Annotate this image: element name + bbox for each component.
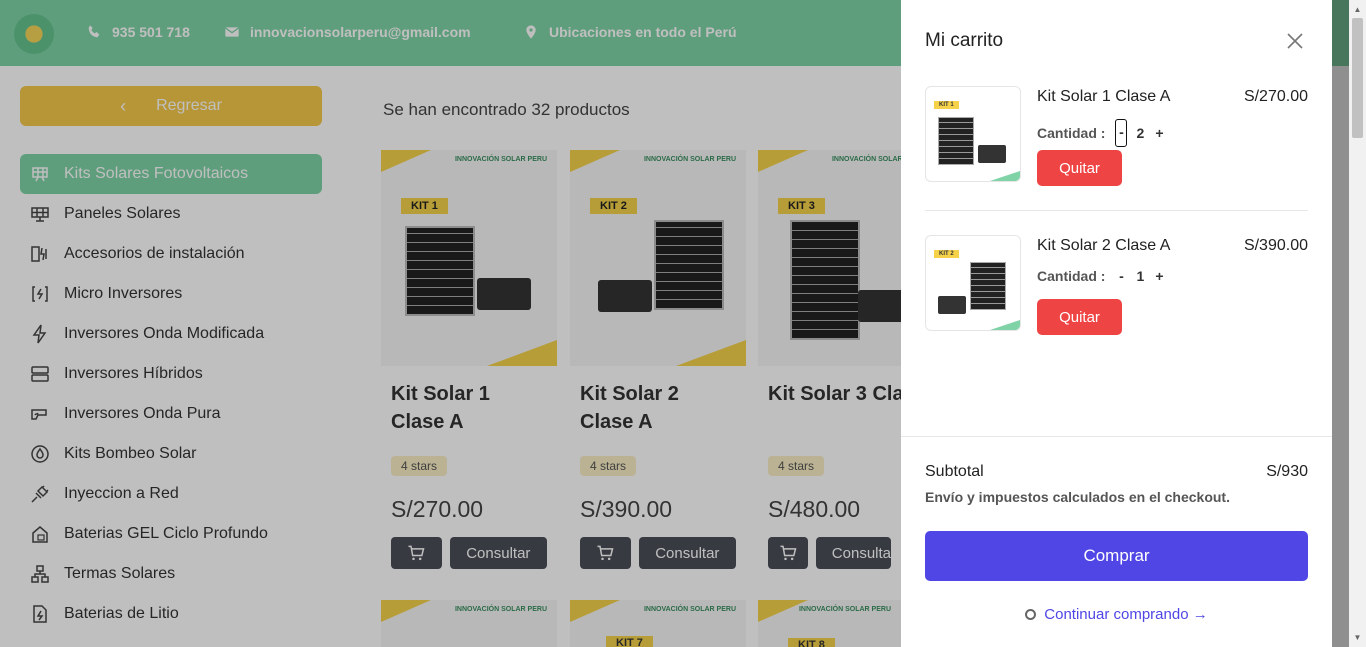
cart-item-price: S/270.00 <box>1243 88 1308 105</box>
checkout-button[interactable]: Comprar <box>925 531 1308 581</box>
subtotal-label: Subtotal <box>925 463 984 480</box>
continue-shopping-label: Continuar comprando → <box>1044 606 1208 623</box>
increase-quantity-button[interactable]: + <box>1153 268 1165 284</box>
quantity-label: Cantidad : <box>1037 268 1106 284</box>
quantity-stepper: Cantidad : - 1 + <box>1037 268 1165 284</box>
decrease-quantity-button[interactable]: - <box>1115 119 1128 147</box>
cart-item-name[interactable]: Kit Solar 2 Clase A <box>1037 237 1170 255</box>
close-button[interactable] <box>1285 31 1305 51</box>
quantity-value: 1 <box>1136 268 1145 284</box>
cart-item: KIT 2 Kit Solar 2 Clase A S/390.00 Canti… <box>925 235 1308 335</box>
subtotal-value: S/930 <box>1266 463 1308 480</box>
cart-item-image[interactable]: KIT 1 <box>925 86 1021 182</box>
loading-ring-icon <box>1025 609 1037 620</box>
decrease-quantity-button[interactable]: - <box>1115 268 1127 284</box>
kit-tag: KIT 1 <box>934 101 959 109</box>
cart-title: Mi carrito <box>925 30 1004 51</box>
quantity-label: Cantidad : <box>1037 125 1106 141</box>
shipping-note: Envío y impuestos calculados en el check… <box>925 489 1230 505</box>
cart-item-image[interactable]: KIT 2 <box>925 235 1021 331</box>
backdrop-strip <box>1332 0 1349 647</box>
scroll-up-icon[interactable]: ▲ <box>1353 6 1362 14</box>
cart-item: KIT 1 Kit Solar 1 Clase A S/270.00 Canti… <box>925 86 1308 186</box>
item-divider <box>925 210 1308 211</box>
remove-item-button[interactable]: Quitar <box>1037 299 1122 335</box>
continue-shopping-link[interactable]: Continuar comprando → <box>901 606 1332 623</box>
cart-item-price: S/390.00 <box>1243 237 1308 254</box>
scroll-down-icon[interactable]: ▼ <box>1353 634 1362 642</box>
close-icon <box>1287 33 1303 49</box>
cart-drawer: Mi carrito KIT 1 Kit Solar 1 Clase A S/2… <box>901 0 1332 647</box>
quantity-value: 2 <box>1136 125 1145 141</box>
scrollbar-thumb[interactable] <box>1352 18 1363 138</box>
cart-item-name[interactable]: Kit Solar 1 Clase A <box>1037 88 1170 106</box>
kit-tag: KIT 2 <box>934 250 959 258</box>
page-scrollbar[interactable]: ▲ ▼ <box>1349 0 1366 647</box>
increase-quantity-button[interactable]: + <box>1153 125 1165 141</box>
remove-item-button[interactable]: Quitar <box>1037 150 1122 186</box>
footer-divider <box>901 436 1332 437</box>
quantity-stepper: Cantidad : - 2 + <box>1037 119 1165 147</box>
